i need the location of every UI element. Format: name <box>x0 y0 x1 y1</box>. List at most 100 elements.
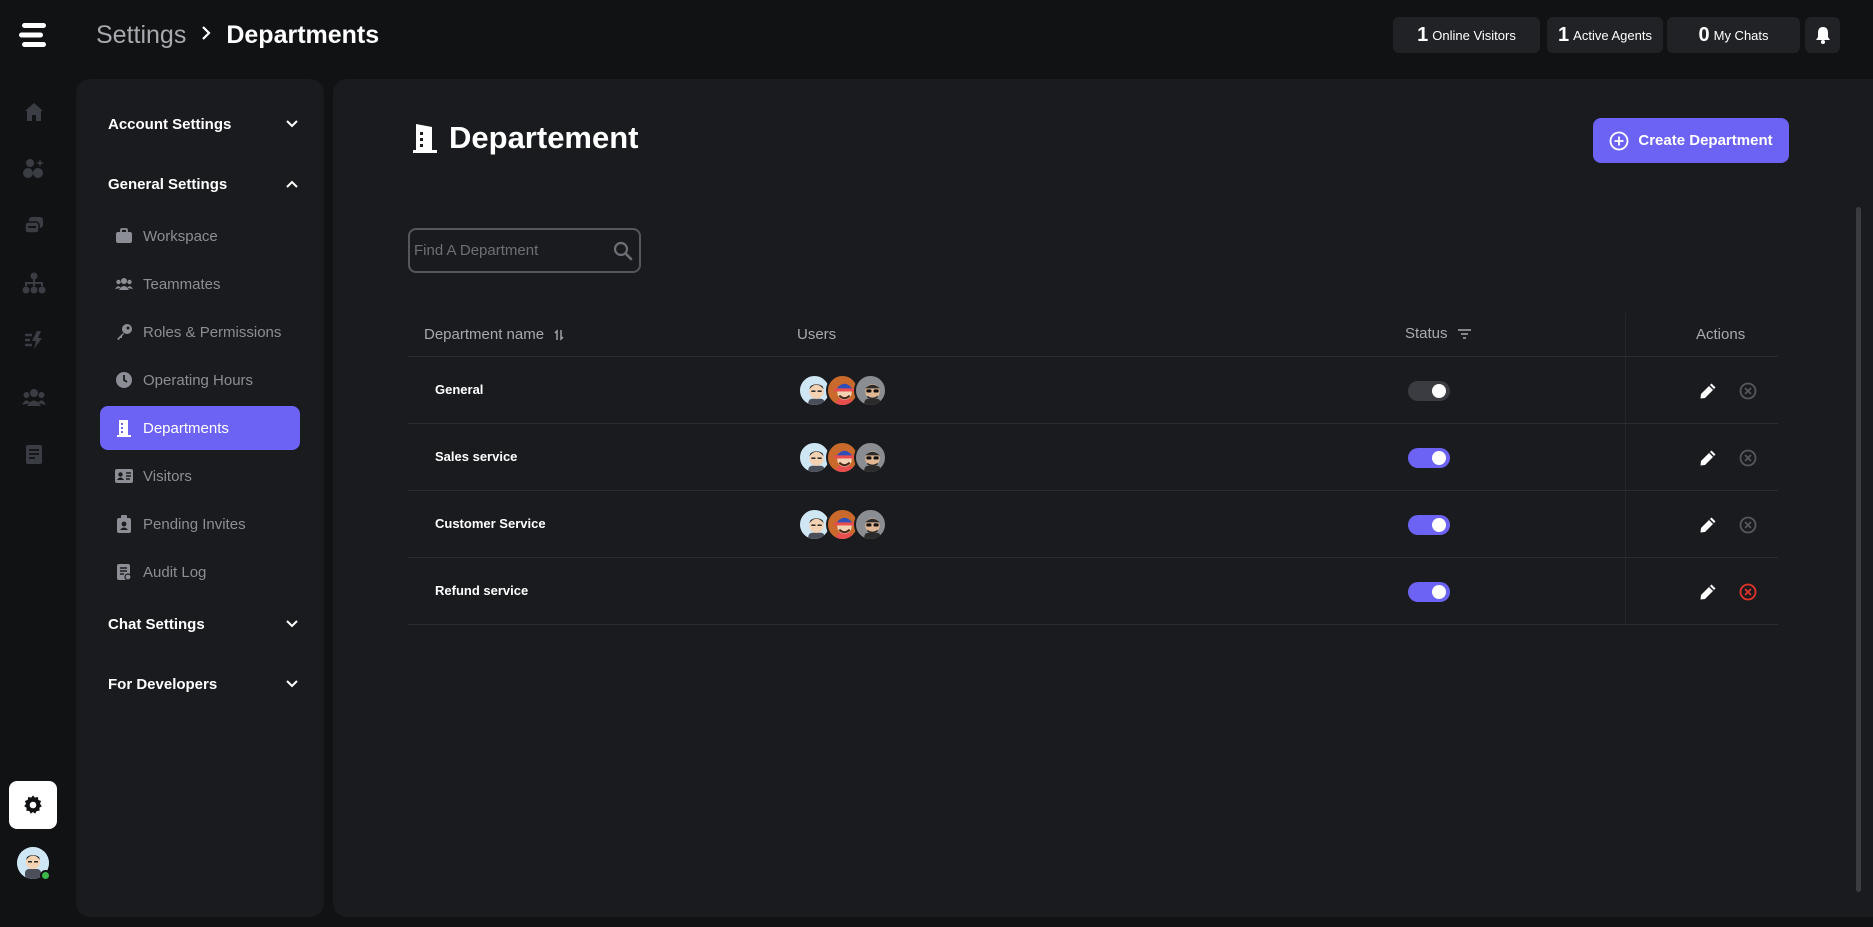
gear-icon <box>24 795 42 814</box>
online-visitors-label: Online Visitors <box>1432 27 1516 43</box>
active-agents-count: 1 <box>1558 23 1570 46</box>
bell-icon <box>1815 27 1830 44</box>
automation-icon[interactable] <box>19 325 49 355</box>
column-header-actions: Actions <box>1696 326 1745 343</box>
status-toggle[interactable] <box>1408 448 1450 468</box>
table-row: Refund service <box>408 558 1778 625</box>
key-icon <box>115 323 133 341</box>
search-input[interactable] <box>414 230 604 271</box>
nav-item-audit-log[interactable]: Audit Log <box>100 550 300 594</box>
general-settings-toggle[interactable]: General Settings <box>108 171 298 197</box>
breadcrumb-root[interactable]: Settings <box>96 21 186 50</box>
team-icon[interactable] <box>19 382 49 412</box>
edit-button[interactable] <box>1699 583 1717 601</box>
column-header-department-name[interactable]: Department name <box>424 326 564 343</box>
breadcrumb: Settings Departments <box>96 18 379 52</box>
search-icon[interactable] <box>613 241 633 261</box>
toggle-knob <box>1432 451 1446 465</box>
app-logo-icon[interactable] <box>18 20 50 50</box>
building-icon <box>115 419 133 437</box>
create-department-label: Create Department <box>1638 132 1773 149</box>
nav-item-label: Teammates <box>143 275 221 293</box>
user-avatar[interactable] <box>854 508 887 541</box>
table-row: Customer Service <box>408 491 1778 558</box>
nav-item-label: Departments <box>143 419 229 437</box>
nav-item-departments[interactable]: Departments <box>100 406 300 450</box>
breadcrumb-current: Departments <box>226 20 380 49</box>
online-status-dot <box>40 870 51 881</box>
create-department-button[interactable]: Create Department <box>1593 118 1789 163</box>
clock-icon <box>115 371 133 389</box>
table-row: Sales service <box>408 424 1778 491</box>
delete-button[interactable] <box>1739 449 1757 467</box>
reports-icon[interactable] <box>19 439 49 469</box>
chevron-right-icon <box>200 25 212 46</box>
departments-table: Department name Users Status Actions Gen… <box>408 313 1778 625</box>
apps-icon[interactable] <box>19 154 49 184</box>
delete-button[interactable] <box>1739 583 1757 601</box>
edit-button[interactable] <box>1699 382 1717 400</box>
department-name: General <box>435 382 484 397</box>
pencil-icon <box>1700 517 1716 533</box>
delete-button[interactable] <box>1739 382 1757 400</box>
page-title-text: Departement <box>449 120 639 155</box>
settings-button[interactable] <box>9 781 57 829</box>
nav-item-operating-hours[interactable]: Operating Hours <box>100 358 300 402</box>
nav-item-label: Workspace <box>143 227 218 245</box>
close-circle-icon <box>1739 583 1757 601</box>
filter-icon[interactable] <box>1457 328 1471 339</box>
column-header-label: Users <box>797 326 837 343</box>
nav-item-pending-invites[interactable]: Pending Invites <box>100 502 300 546</box>
account-settings-toggle[interactable]: Account Settings <box>108 111 298 137</box>
scrollbar[interactable] <box>1856 207 1861 892</box>
my-chats-stat[interactable]: 0 My Chats <box>1667 17 1800 53</box>
nav-item-teammates[interactable]: Teammates <box>100 262 300 306</box>
department-search <box>408 228 641 273</box>
chevron-down-icon <box>286 620 298 628</box>
department-name: Sales service <box>435 449 518 464</box>
invite-icon <box>115 515 133 533</box>
online-visitors-stat[interactable]: 1 Online Visitors <box>1393 17 1540 53</box>
users-icon <box>115 275 133 293</box>
org-chart-icon[interactable] <box>19 268 49 298</box>
briefcase-icon <box>115 227 133 245</box>
edit-button[interactable] <box>1699 516 1717 534</box>
user-avatar[interactable] <box>17 847 51 881</box>
sort-icon[interactable] <box>554 328 564 341</box>
user-avatar[interactable] <box>854 441 887 474</box>
chats-icon[interactable] <box>19 211 49 241</box>
pencil-icon <box>1700 383 1716 399</box>
plus-circle-icon <box>1609 131 1629 150</box>
nav-item-visitors[interactable]: Visitors <box>100 454 300 498</box>
nav-item-label: Audit Log <box>143 563 207 581</box>
department-name: Refund service <box>435 583 529 598</box>
column-header-users: Users <box>797 326 836 343</box>
page-title: Departement <box>413 120 639 156</box>
table-row: General <box>408 357 1778 424</box>
column-header-status[interactable]: Status <box>1405 325 1471 342</box>
for-developers-label: For Developers <box>108 675 218 693</box>
chat-settings-toggle[interactable]: Chat Settings <box>108 611 298 637</box>
chevron-down-icon <box>286 120 298 128</box>
chat-settings-label: Chat Settings <box>108 615 205 633</box>
audit-log-icon <box>115 563 133 581</box>
table-header: Department name Users Status Actions <box>408 313 1778 357</box>
nav-item-workspace[interactable]: Workspace <box>100 214 300 258</box>
notifications-button[interactable] <box>1805 17 1840 53</box>
my-chats-count: 0 <box>1698 23 1710 46</box>
nav-item-label: Operating Hours <box>143 371 254 389</box>
chevron-down-icon <box>286 680 298 688</box>
active-agents-stat[interactable]: 1 Active Agents <box>1547 17 1663 53</box>
user-avatar[interactable] <box>854 374 887 407</box>
delete-button[interactable] <box>1739 516 1757 534</box>
chevron-up-icon <box>286 180 298 188</box>
for-developers-toggle[interactable]: For Developers <box>108 671 298 697</box>
status-toggle[interactable] <box>1408 582 1450 602</box>
status-toggle[interactable] <box>1408 381 1450 401</box>
home-icon[interactable] <box>19 97 49 127</box>
nav-item-roles-permissions[interactable]: Roles & Permissions <box>100 310 300 354</box>
nav-item-label: Roles & Permissions <box>143 323 282 341</box>
status-toggle[interactable] <box>1408 515 1450 535</box>
my-chats-label: My Chats <box>1713 27 1769 43</box>
edit-button[interactable] <box>1699 449 1717 467</box>
